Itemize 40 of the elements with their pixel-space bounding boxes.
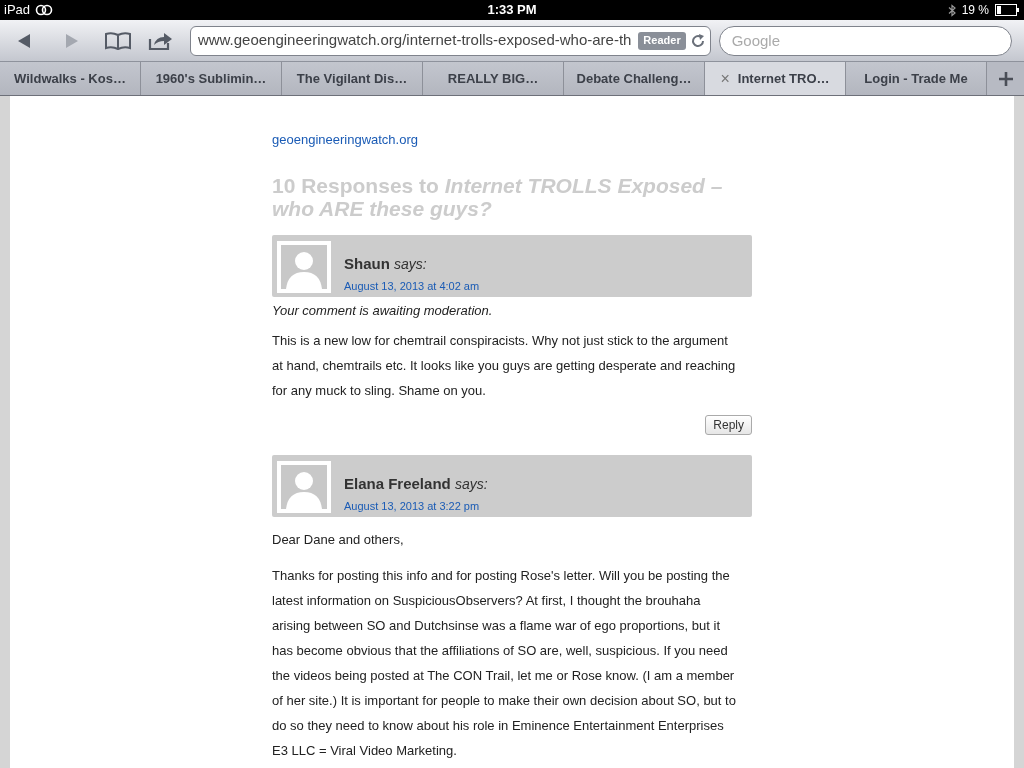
tab-label: The Vigilant Dis… [296,69,408,88]
device-name: iPad [4,1,31,20]
battery-percent: 19 % [961,2,989,19]
moderation-notice: Your comment is awaiting moderation. [272,302,493,320]
source-link[interactable]: geoengineeringwatch.org [272,132,418,147]
comment-author: Shaun says: [344,254,428,274]
avatar-icon [277,461,331,513]
comment-paragraph: Thanks for posting this info and for posting Rose's letter. Will you be posting the latest information on SuspiciousObservers? At first, I thought the brouhaha arising between SO and Dutchsinse was a flame war of ego proportions, but it has become obvious that the affiliations of SO are, well, suspicious. If you need the videos being posted at The CON Trail, let me or Rose know. (I am a member of her site.) It is important for people to make their own decision about SO, but to do so they need to know about his role in Eminence Entertainment Enterprises E3 LLC = Viral Video Marketing. [272,567,737,760]
browser-tab[interactable]: Login - Trade Me [846,62,987,95]
address-field[interactable]: www.geoengineeringwatch.org/internet-trolls-exposed-who-are-th Reader [189,25,711,56]
browser-tab[interactable]: The Vigilant Dis… [282,62,423,95]
clock: 1:33 PM [487,1,537,20]
browser-tab[interactable]: 1960's Sublimin… [141,62,282,95]
reader-button[interactable]: Reader [638,31,686,50]
tab-label: Internet TRO… [737,69,830,88]
comment-paragraph: Dear Dane and others, [272,531,405,549]
battery-icon [995,4,1020,16]
close-tab-button[interactable]: × [720,66,730,91]
comment-date-link[interactable]: August 13, 2013 at 4:02 am [344,277,480,294]
bookmarks-icon[interactable] [103,30,132,51]
browser-tab[interactable]: Debate Challeng… [564,62,705,95]
reply-button[interactable]: Reply [705,415,752,435]
comment-author: Elana Freeland says: [344,474,488,494]
url-text: www.geoengineeringwatch.org/internet-trolls-exposed-who-are-th [197,30,633,51]
tab-label: Debate Challeng… [576,69,692,88]
comment-paragraph: This is a new low for chemtrail conspiracists. Why not just stick to the argument at hand, chemtrails etc. It looks like you guys are getting desperate and reaching for any muck to sling. Shame on you. [272,332,737,400]
tab-label: REALLY BIG… [447,69,539,88]
tab-label: 1960's Sublimin… [155,69,267,88]
avatar-icon [277,241,331,293]
tab-label: Wildwalks - Kos… [14,69,126,88]
tab-label: Login - Trade Me [864,69,968,88]
bluetooth-icon [947,3,956,17]
browser-tab[interactable]: × Internet TRO… [705,62,846,95]
comment-date-link[interactable]: August 13, 2013 at 3:22 pm [344,497,488,514]
search-field[interactable]: Google [718,25,1012,56]
wifi-icon [35,4,54,16]
reload-icon[interactable] [689,32,706,49]
share-icon[interactable] [147,30,174,51]
browser-tab[interactable]: Wildwalks - Kos… [0,62,141,95]
browser-tab[interactable]: REALLY BIG… [423,62,564,95]
